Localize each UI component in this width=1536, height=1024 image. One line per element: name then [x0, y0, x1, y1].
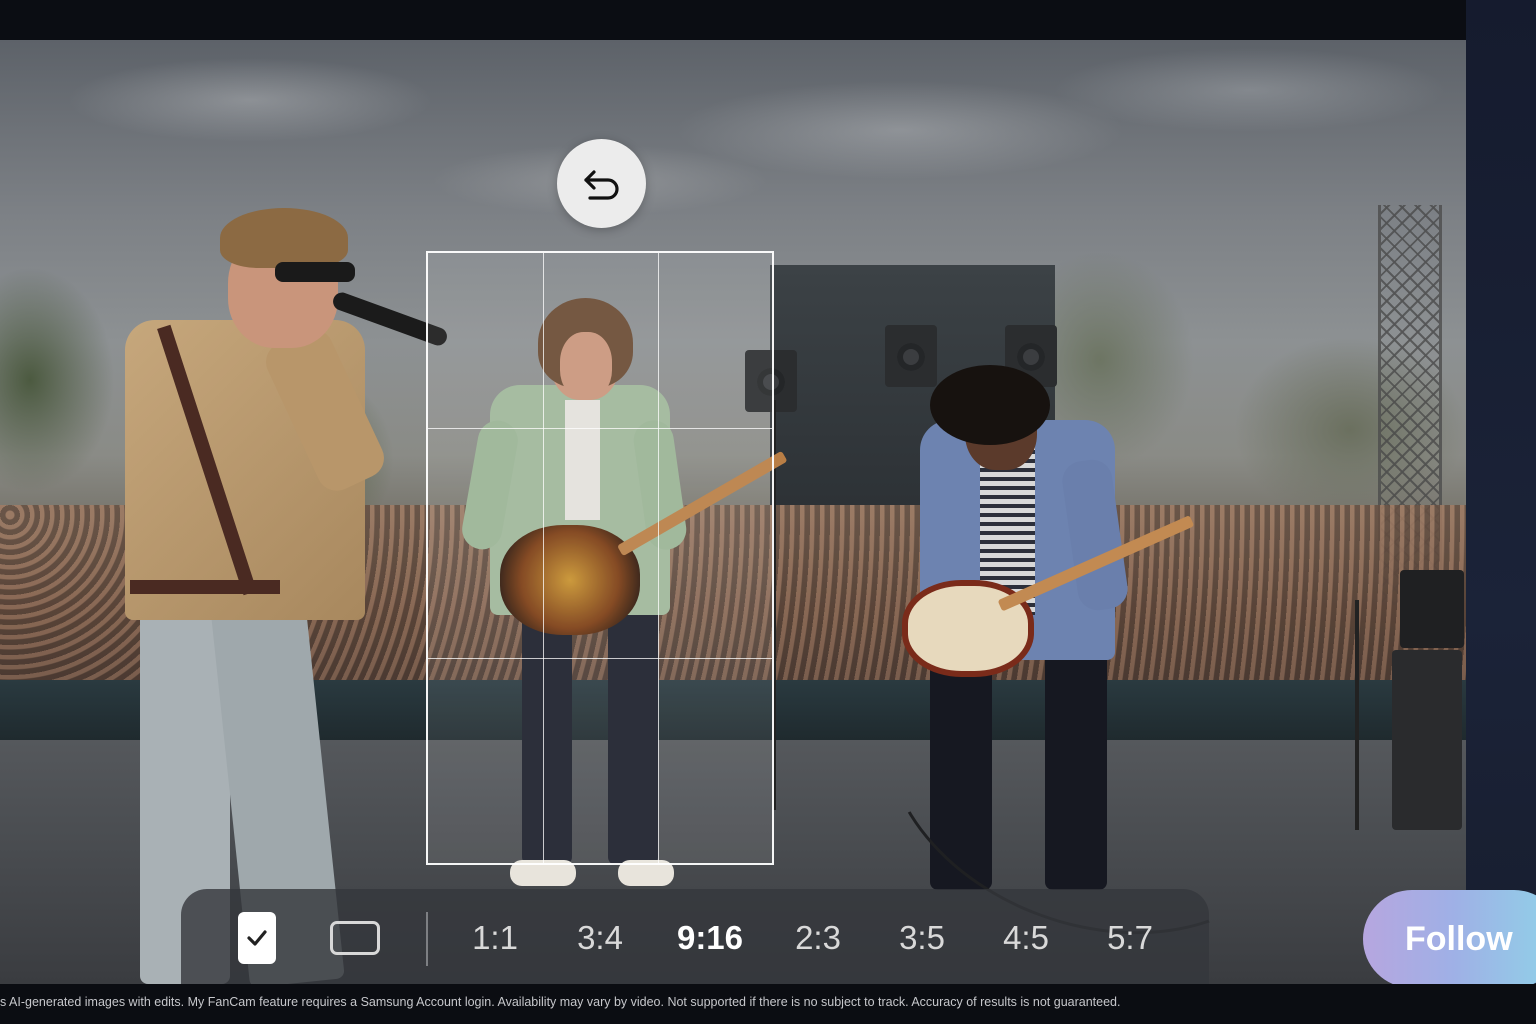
ratio-2-3[interactable]: 2:3 [784, 916, 852, 960]
undo-icon [583, 169, 619, 200]
grid-line [543, 253, 544, 863]
freeform-crop-button[interactable] [330, 921, 380, 955]
crop-frame[interactable] [426, 251, 774, 865]
ratio-1-1[interactable]: 1:1 [462, 916, 528, 960]
ratio-3-5[interactable]: 3:5 [888, 916, 956, 960]
ratio-4-5[interactable]: 4:5 [992, 916, 1060, 960]
grid-line [428, 428, 772, 429]
confirm-button[interactable] [238, 912, 276, 964]
speaker [885, 325, 937, 387]
side-panel-edge [1466, 0, 1536, 1024]
grid-line [428, 658, 772, 659]
crop-highlight [428, 253, 772, 863]
amplifier-head [1400, 570, 1464, 648]
check-icon [247, 930, 267, 946]
undo-button[interactable] [557, 139, 646, 228]
ratio-9-16[interactable]: 9:16 [670, 916, 750, 960]
disclaimer-bar: s AI-generated images with edits. My Fan… [0, 984, 1536, 1024]
grid-line [658, 253, 659, 863]
toolbar-divider [426, 912, 428, 966]
mic-stand [1355, 600, 1359, 830]
ratio-3-4[interactable]: 3:4 [566, 916, 634, 960]
follow-button[interactable]: Follow [1363, 890, 1536, 988]
amplifier [1392, 650, 1462, 830]
ratio-5-7[interactable]: 5:7 [1096, 916, 1164, 960]
disclaimer-text: s AI-generated images with edits. My Fan… [0, 995, 1121, 1009]
top-bar [0, 0, 1536, 40]
